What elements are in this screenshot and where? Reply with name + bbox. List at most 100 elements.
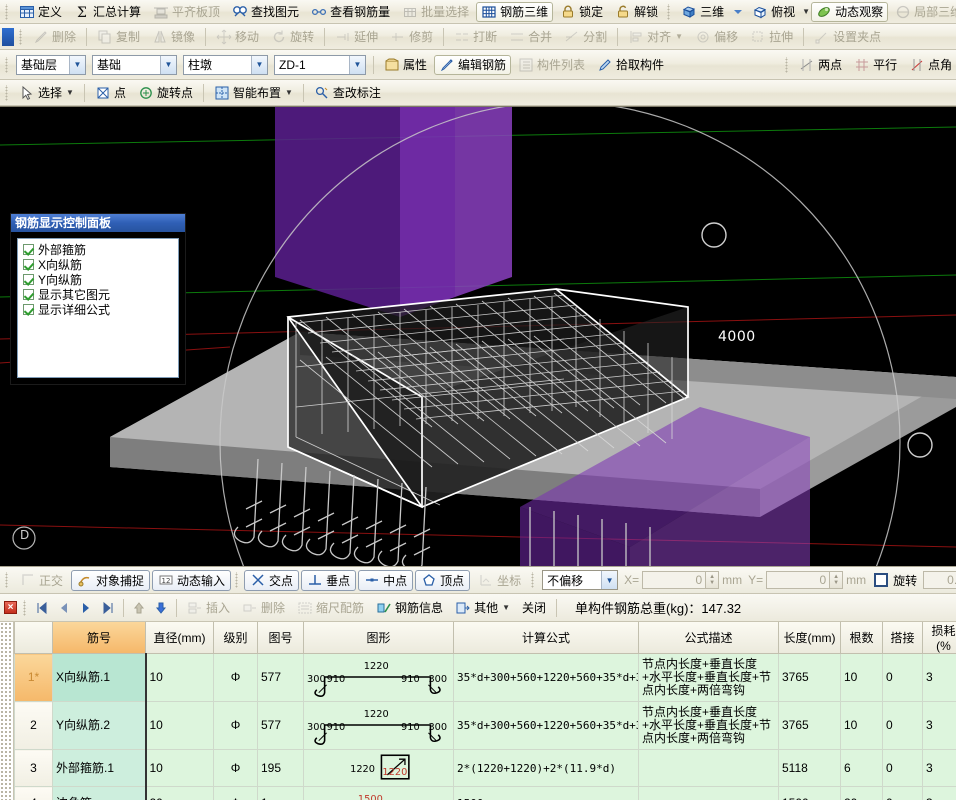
th-diameter[interactable]: 直径(mm)	[145, 622, 214, 654]
x-coord-spinner[interactable]: ▲ ▼	[706, 571, 720, 589]
rebar-option-outer-stirrup[interactable]: 外部箍筋	[20, 242, 176, 257]
table-row[interactable]: 2 Y向纵筋.2 10 Φ 577 300 910 1220 910 300 3…	[14, 701, 956, 750]
rebar-display-control-panel[interactable]: 钢筋显示控制面板 外部箍筋 X向纵筋 Y向纵筋 显示其它图元 显示详细公式	[10, 213, 186, 385]
cell-loss[interactable]: 3	[922, 749, 956, 787]
cell-index[interactable]: 1*	[14, 653, 53, 702]
close-icon[interactable]: ×	[4, 601, 17, 614]
cell-lap[interactable]: 0	[882, 701, 923, 750]
edit-button-stretch[interactable]: 拉伸	[745, 27, 798, 47]
chevron-down-icon-offset[interactable]: ▼	[601, 571, 618, 589]
toolbar-button-unlock[interactable]: 解锁	[610, 2, 663, 22]
cell-loss[interactable]: 3	[922, 786, 956, 800]
scale-rebar-button[interactable]: 缩尺配筋	[292, 598, 369, 618]
rotate-checkbox[interactable]	[874, 573, 889, 587]
th-count[interactable]: 根数	[840, 622, 883, 654]
component-list-button[interactable]: 构件列表	[513, 55, 590, 75]
cell-grade[interactable]: Φ	[213, 653, 258, 702]
chevron-down-icon-3d[interactable]	[730, 4, 746, 20]
cell-formula[interactable]: 1500	[453, 786, 639, 800]
th-formula[interactable]: 计算公式	[453, 622, 639, 654]
component-toolbar-grip[interactable]	[4, 56, 11, 73]
checkbox-icon[interactable]	[23, 244, 34, 255]
y-coord-input[interactable]: 0	[766, 571, 831, 589]
cell-index[interactable]: 3	[14, 749, 53, 787]
chevron-down-icon-topview[interactable]: ▼	[802, 7, 810, 16]
statusbar-grip[interactable]	[4, 572, 11, 588]
rebar-option-show-other-elements[interactable]: 显示其它图元	[20, 287, 176, 302]
component-type-combo[interactable]: 柱墩 ▼	[183, 54, 268, 75]
cell-loss[interactable]: 3	[922, 653, 956, 702]
toolbar-button-dynamic-observe[interactable]: 动态观察	[811, 1, 889, 22]
draw-toolbar-grip[interactable]	[4, 84, 11, 101]
checkbox-icon[interactable]	[23, 274, 34, 285]
floor-combo[interactable]: 基础层 ▼	[16, 54, 86, 75]
toolbar-button-batch-select[interactable]: 批量选择	[397, 2, 474, 22]
cell-count[interactable]: 20	[840, 786, 883, 800]
cell-grade[interactable]: Φ	[213, 701, 258, 750]
table-row[interactable]: 1* X向纵筋.1 10 Φ 577 300 910 1220 910 300 …	[14, 653, 956, 702]
cell-diameter[interactable]: 10	[144, 701, 214, 750]
th-length[interactable]: 长度(mm)	[778, 622, 841, 654]
table-left-grip[interactable]	[0, 622, 14, 800]
cell-count[interactable]: 10	[840, 701, 883, 750]
snap-vertex-button[interactable]: 顶点	[415, 569, 471, 591]
cell-length[interactable]: 5118	[778, 749, 841, 787]
axis-two-point-button[interactable]: 两点	[794, 55, 847, 75]
cell-diameter[interactable]: 20	[144, 786, 214, 800]
cell-drawing-no[interactable]: 195	[257, 749, 304, 787]
snap-dynamic-input-button[interactable]: 12 动态输入	[152, 569, 232, 591]
rotate-point-button[interactable]: 旋转点	[133, 83, 198, 103]
nav-up-button[interactable]	[128, 598, 150, 618]
insert-row-button[interactable]: 插入	[182, 598, 235, 618]
toolbar-grip[interactable]	[4, 3, 11, 20]
snap-group-grip[interactable]	[234, 572, 242, 588]
checkbox-icon[interactable]	[23, 259, 34, 270]
toolbar-button-rebar-3d[interactable]: 钢筋三维	[476, 1, 554, 22]
cell-name[interactable]: 外部箍筋.1	[52, 749, 146, 787]
chevron-down-icon-smart-layout[interactable]: ▼	[285, 88, 293, 97]
cell-count[interactable]: 6	[840, 749, 883, 787]
chevron-down-icon-align[interactable]: ▼	[675, 32, 683, 41]
checkbox-icon[interactable]	[23, 289, 34, 300]
th-drawing-no[interactable]: 图号	[257, 622, 304, 654]
y-coord-spinner[interactable]: ▲ ▼	[830, 571, 844, 589]
edit-button-trim[interactable]: 修剪	[385, 27, 438, 47]
edit-button-copy[interactable]: 复制	[92, 27, 145, 47]
check-annotation-button[interactable]: 查改标注	[309, 83, 386, 103]
snap-midpoint-button[interactable]: 中点	[358, 569, 414, 591]
chevron-down-icon-other[interactable]: ▼	[502, 603, 510, 612]
toolbar-button-3d-view[interactable]: 三维	[676, 2, 729, 22]
nav-last-button[interactable]	[97, 598, 119, 618]
edit-button-extend[interactable]: 延伸	[330, 27, 383, 47]
offset-mode-combo[interactable]: 不偏移 ▼	[542, 570, 619, 590]
cell-description[interactable]: 节点内长度+垂直长度+水平长度+垂直长度+节点内长度+两倍弯钩	[638, 701, 779, 750]
cell-shape[interactable]: 1500	[303, 786, 454, 800]
edit-rebar-button[interactable]: 编辑钢筋	[434, 54, 512, 75]
chevron-down-icon-type[interactable]: ▼	[251, 55, 267, 74]
cell-shape[interactable]: 300 910 1220 910 300	[303, 653, 454, 702]
snap-coordinate-button[interactable]: 坐标	[472, 570, 527, 591]
cell-drawing-no[interactable]: 1	[257, 786, 304, 800]
cell-index[interactable]: 4	[14, 786, 53, 800]
chevron-down-icon-name[interactable]: ▼	[349, 55, 365, 74]
cell-grade[interactable]: Φ	[213, 786, 258, 800]
cell-shape[interactable]: 1220 1220	[303, 749, 454, 787]
cell-lap[interactable]: 0	[882, 653, 923, 702]
x-coord-input[interactable]: 0	[642, 571, 707, 589]
edit-button-align[interactable]: 对齐 ▼	[623, 27, 688, 47]
cell-length[interactable]: 3765	[778, 653, 841, 702]
toolbar-button-summary-calc[interactable]: Σ 汇总计算	[69, 2, 146, 22]
th-grade[interactable]: 级别	[213, 622, 258, 654]
other-button[interactable]: 其他 ▼	[450, 598, 515, 618]
snap-ortho-button[interactable]: 正交	[14, 570, 69, 591]
cell-formula[interactable]: 35*d+300+560+1220+560+35*d+300+12.5*d	[453, 701, 639, 750]
cell-count[interactable]: 10	[840, 653, 883, 702]
th-loss[interactable]: 损耗(%	[922, 622, 956, 654]
cell-name[interactable]: X向纵筋.1	[52, 653, 146, 702]
close-button[interactable]: 关闭	[517, 598, 551, 618]
cell-drawing-no[interactable]: 577	[257, 653, 304, 702]
toolbar-button-local-3d[interactable]: 局部三维	[890, 2, 956, 22]
toolbar-button-define[interactable]: 定义	[14, 2, 67, 22]
cell-lap[interactable]: 0	[882, 749, 923, 787]
category-combo[interactable]: 基础 ▼	[92, 54, 177, 75]
